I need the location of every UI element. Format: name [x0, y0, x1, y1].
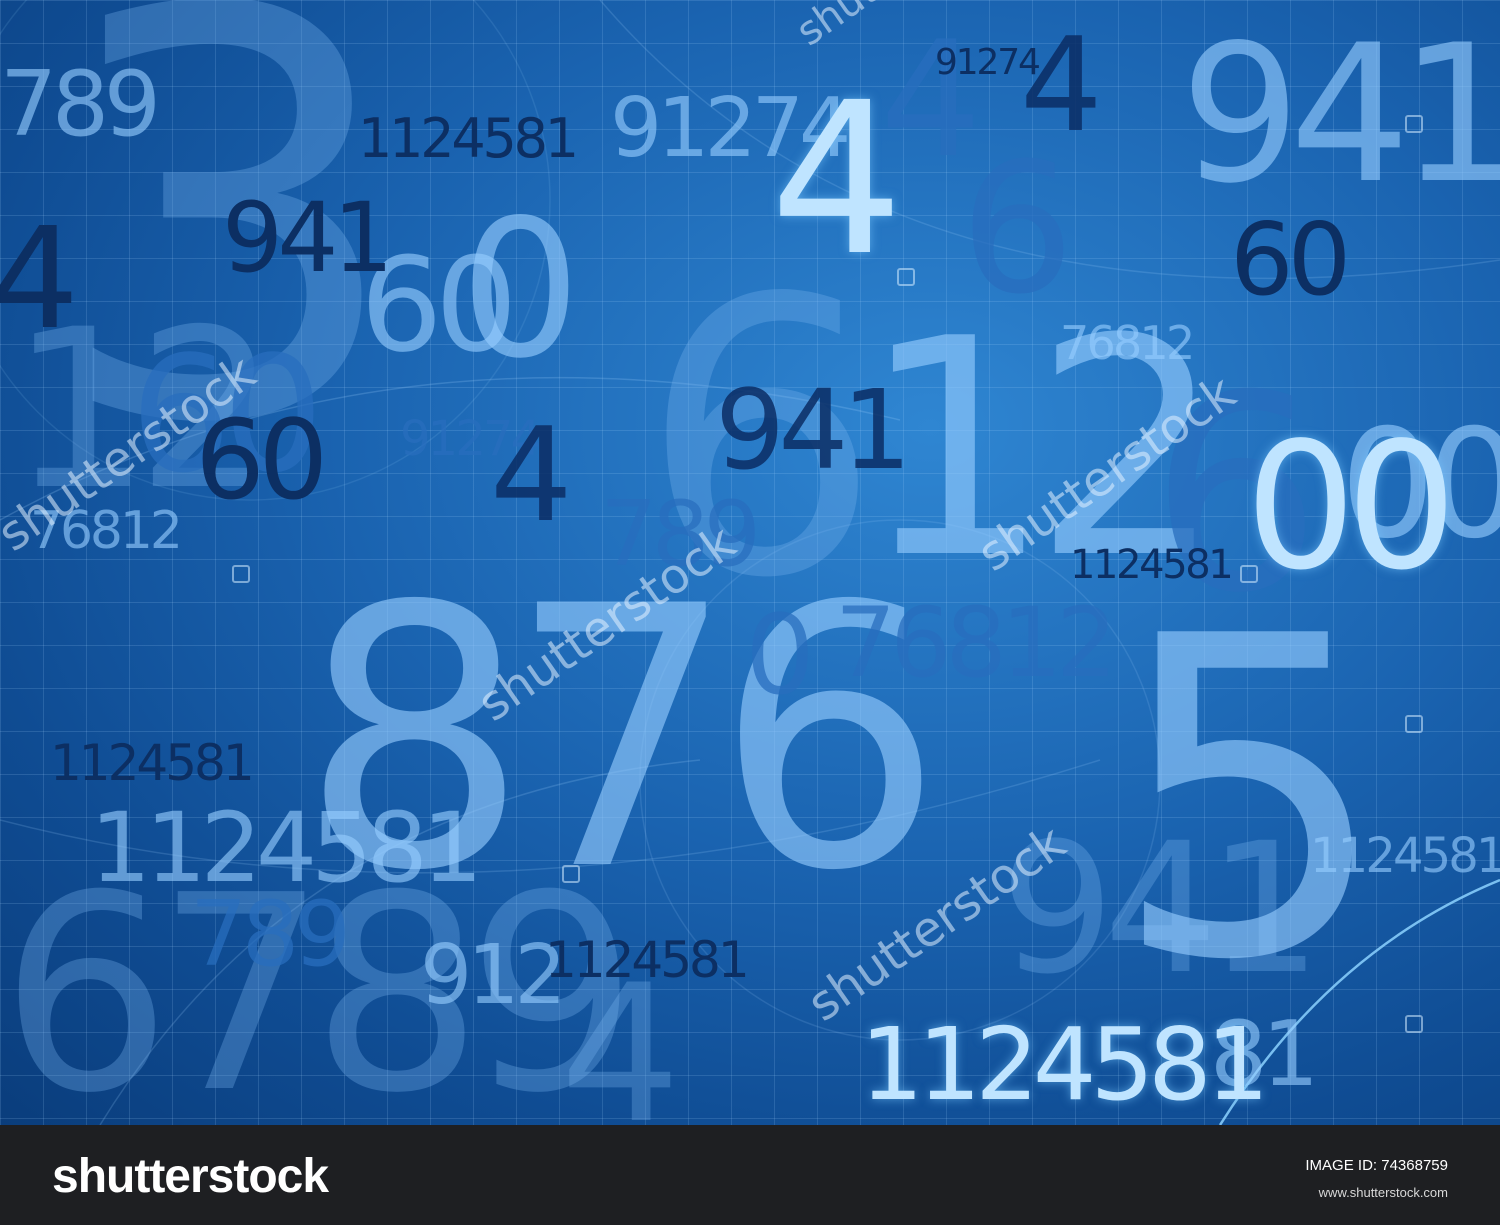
digit-4-far-left: 4 — [0, 198, 79, 361]
watermark-corner-icon — [1240, 565, 1258, 583]
shutterstock-logo: shutterstock — [52, 1150, 329, 1203]
stock-image: 3 6 12 941 4 6789 941 91274 0 12 00 876 … — [0, 0, 1500, 1125]
watermark-corner-icon — [1405, 715, 1423, 733]
number-1124581-right-faint: 1124581 — [1310, 828, 1500, 884]
digit-4-middle: 4 — [490, 399, 573, 551]
digit-4-bright: 4 — [770, 57, 904, 302]
number-789-top-left: 789 — [0, 52, 161, 157]
image-id: IMAGE ID: 74368759 — [1305, 1157, 1448, 1174]
digit-0-middle: 0 — [745, 591, 815, 719]
number-941-top-right: 941 — [1180, 4, 1500, 225]
number-00-bright: 00 — [1245, 406, 1457, 609]
number-1124581-top: 1124581 — [358, 107, 579, 170]
image-id-label: IMAGE ID: — [1305, 1157, 1378, 1174]
number-941-middle: 941 — [715, 366, 912, 494]
footer-bar: shutterstock IMAGE ID: 74368759 www.shut… — [0, 1125, 1500, 1225]
number-1124581-right: 1124581 — [1070, 542, 1234, 588]
number-60-right: 60 — [1230, 201, 1351, 318]
number-1124581-bright: 1124581 — [860, 1006, 1269, 1123]
number-912-bottom: 912 — [420, 928, 567, 1023]
watermark-corner-icon — [232, 565, 250, 583]
digit-6-top-mid: 6 — [960, 125, 1075, 334]
number-1124581-lower-left: 1124581 — [50, 734, 255, 792]
number-941-left: 941 — [222, 182, 394, 294]
watermark-corner-icon — [897, 268, 915, 286]
watermark-corner-icon — [562, 865, 580, 883]
number-789-bottom: 789 — [190, 882, 351, 987]
watermark-corner-icon — [1405, 115, 1423, 133]
digit-4-dark-top: 4 — [1020, 9, 1103, 161]
watermark-corner-icon — [1405, 1015, 1423, 1033]
footer-url: www.shutterstock.com — [1318, 1185, 1448, 1200]
number-1124581-bottom: 1124581 — [545, 931, 750, 989]
number-76812-middle: 76812 — [835, 587, 1117, 699]
image-id-value: 74368759 — [1381, 1157, 1448, 1174]
